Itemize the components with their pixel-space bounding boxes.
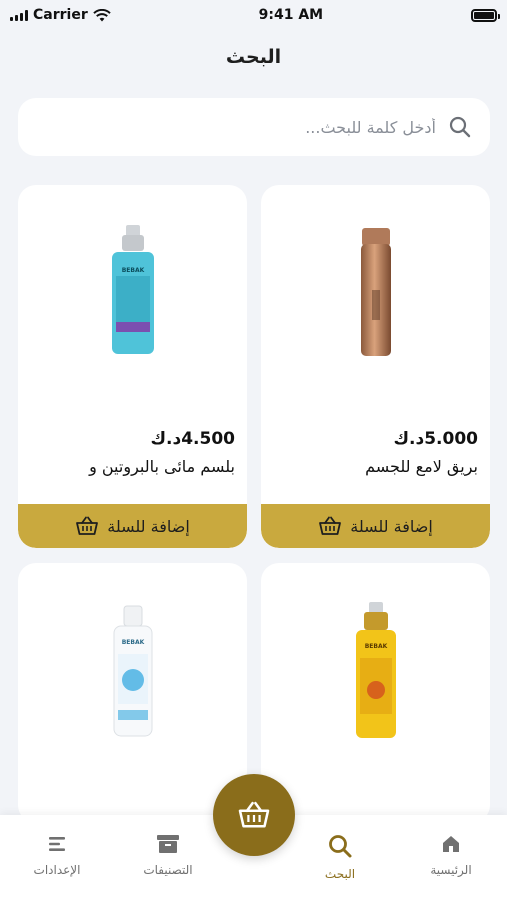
- add-to-cart-button[interactable]: إضافة للسلة: [261, 504, 490, 548]
- product-image[interactable]: BEBAK: [18, 185, 247, 405]
- product-card[interactable]: BEBAK: [18, 563, 247, 823]
- status-time: 9:41 AM: [258, 7, 324, 23]
- tab-categories-label: التصنيفات: [143, 863, 193, 877]
- bottle-brand-text: BEBAK: [121, 639, 144, 646]
- categories-icon: [157, 835, 179, 853]
- status-left: Carrier: [10, 7, 111, 23]
- product-image[interactable]: [261, 185, 490, 405]
- page-title: البحث: [225, 46, 282, 68]
- product-image[interactable]: BEBAK: [261, 563, 490, 783]
- product-name[interactable]: بريق لامع للجسم: [365, 457, 478, 476]
- body-shimmer-bottle-image: [360, 228, 391, 356]
- product-price: 4.500د.ك: [150, 429, 235, 449]
- battery-icon: [470, 8, 500, 22]
- tab-settings-label: الإعدادات: [33, 863, 81, 877]
- tab-home[interactable]: الرئيسية: [396, 833, 506, 877]
- search-icon[interactable]: [448, 115, 472, 139]
- signal-icon: [10, 9, 28, 21]
- wifi-icon: [93, 8, 111, 21]
- product-name[interactable]: بلسم مائى بالبروتين و: [89, 457, 235, 476]
- product-card[interactable]: BEBAK: [261, 563, 490, 823]
- tab-search[interactable]: البحث: [285, 833, 395, 881]
- cart-fab-button[interactable]: [213, 774, 295, 856]
- status-bar: Carrier 9:41 AM: [0, 0, 507, 30]
- home-icon: [443, 836, 459, 852]
- carrier-label: Carrier: [33, 7, 88, 23]
- bottle-brand-text: BEBAK: [364, 643, 387, 650]
- add-to-cart-button[interactable]: إضافة للسلة: [18, 504, 247, 548]
- hair-serum-bottle-image: BEBAK: [355, 602, 396, 738]
- search-icon: [329, 835, 352, 858]
- white-lotion-bottle-image: BEBAK: [113, 605, 152, 737]
- product-card[interactable]: BEBAK 4.500د.ك بلسم مائى بالبروتين و إضا…: [18, 185, 247, 548]
- product-price: 5.000د.ك: [393, 429, 478, 449]
- product-image[interactable]: BEBAK: [18, 563, 247, 783]
- add-to-cart-label: إضافة للسلة: [107, 516, 190, 536]
- product-card[interactable]: 5.000د.ك بريق لامع للجسم إضافة للسلة: [261, 185, 490, 548]
- settings-menu-icon: [49, 837, 65, 851]
- protein-conditioner-bottle-image: BEBAK: [111, 225, 154, 354]
- basket-icon: [319, 516, 342, 535]
- add-to-cart-label: إضافة للسلة: [350, 516, 433, 536]
- tab-search-label: البحث: [324, 867, 356, 881]
- tab-categories[interactable]: التصنيفات: [113, 833, 223, 877]
- basket-icon: [238, 801, 270, 828]
- basket-icon: [76, 516, 99, 535]
- tab-home-label: الرئيسية: [430, 863, 472, 877]
- tab-settings[interactable]: الإعدادات: [2, 833, 112, 877]
- search-bar[interactable]: [18, 98, 490, 156]
- search-input[interactable]: [36, 117, 436, 137]
- bottle-brand-text: BEBAK: [121, 267, 144, 274]
